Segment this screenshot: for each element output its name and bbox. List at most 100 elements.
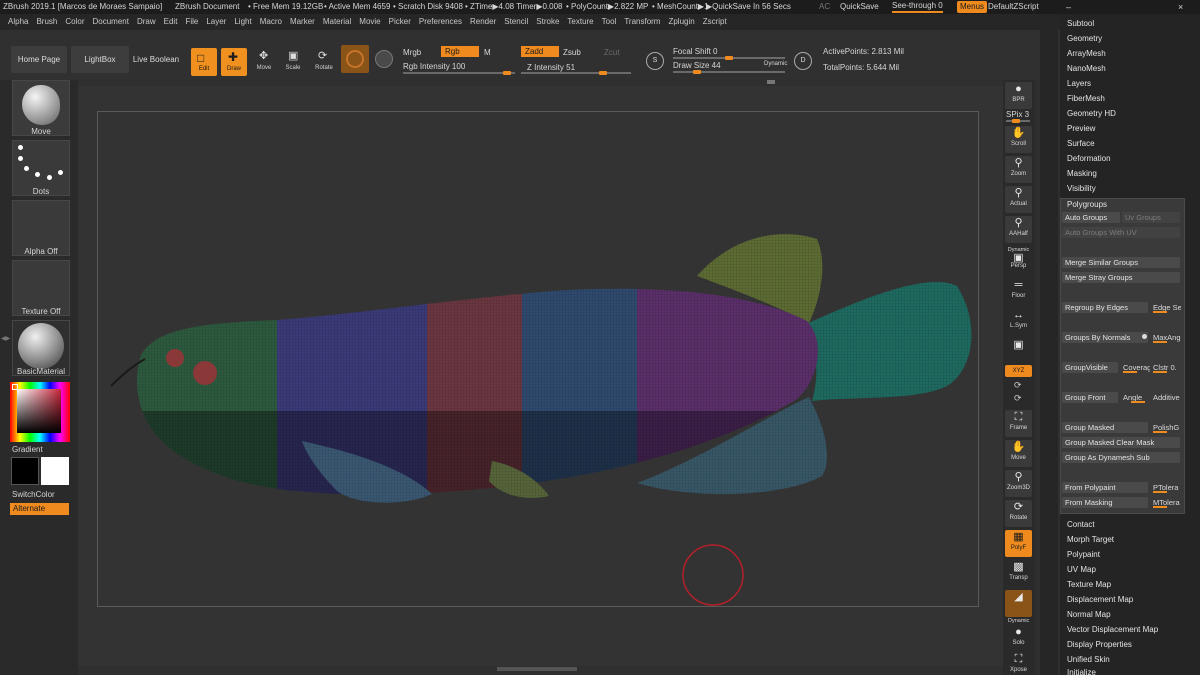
zcut-button[interactable]: Zcut bbox=[604, 48, 620, 57]
persp-button[interactable]: Dynamic ▣ Persp bbox=[1005, 246, 1032, 273]
uv-groups-button[interactable]: Uv Groups bbox=[1122, 212, 1180, 223]
rotate-z-icon[interactable]: ⟳ bbox=[1014, 393, 1022, 404]
menu-macro[interactable]: Macro bbox=[260, 17, 282, 26]
group-as-dynamesh-sub-button[interactable]: Group As Dynamesh Sub bbox=[1062, 452, 1180, 463]
group-masked-clear-mask-button[interactable]: Group Masked Clear Mask bbox=[1062, 437, 1180, 448]
menu-subtool[interactable]: Subtool bbox=[1067, 19, 1094, 28]
menu-texture-map[interactable]: Texture Map bbox=[1067, 580, 1111, 589]
main-color-swatch[interactable] bbox=[41, 457, 69, 485]
menu-color[interactable]: Color bbox=[65, 17, 84, 26]
menu-tool[interactable]: Tool bbox=[602, 17, 617, 26]
menu-geometry[interactable]: Geometry bbox=[1067, 34, 1102, 43]
menu-preview[interactable]: Preview bbox=[1067, 124, 1095, 133]
zoom3d-button[interactable]: ⚲ Zoom3D bbox=[1005, 470, 1032, 497]
xyz-button[interactable]: XYZ bbox=[1005, 365, 1032, 377]
menu-fibermesh[interactable]: FiberMesh bbox=[1067, 94, 1105, 103]
menu-texture[interactable]: Texture bbox=[567, 17, 593, 26]
ptolera-slider[interactable]: PTolera bbox=[1153, 482, 1181, 493]
default-zscript-button[interactable]: DefaultZScript bbox=[988, 0, 1039, 14]
polishg-slider[interactable]: PolishG bbox=[1153, 422, 1181, 433]
ac-label[interactable]: AC bbox=[819, 0, 830, 14]
angle-slider[interactable]: Angle bbox=[1123, 392, 1150, 403]
menu-material[interactable]: Material bbox=[323, 17, 351, 26]
menu-masking[interactable]: Masking bbox=[1067, 169, 1097, 178]
xpose-button[interactable]: ⛶ Xpose bbox=[1005, 652, 1032, 675]
draw-size-slider[interactable] bbox=[673, 70, 785, 74]
alternate-button[interactable]: Alternate bbox=[10, 503, 69, 515]
coverage-slider[interactable]: Coverag bbox=[1123, 362, 1150, 373]
menu-alpha[interactable]: Alpha bbox=[8, 17, 28, 26]
left-tray-arrows-icon[interactable]: ◀▶ bbox=[1, 335, 10, 342]
menu-deformation[interactable]: Deformation bbox=[1067, 154, 1111, 163]
edge-se-slider[interactable]: Edge Se bbox=[1153, 302, 1181, 313]
lsym-button[interactable]: ↔ L.Sym bbox=[1005, 308, 1032, 335]
live-boolean-button[interactable]: Live Boolean bbox=[131, 46, 181, 73]
menu-display-properties[interactable]: Display Properties bbox=[1067, 640, 1132, 649]
menu-contact[interactable]: Contact bbox=[1067, 520, 1095, 529]
menu-uv-map[interactable]: UV Map bbox=[1067, 565, 1096, 574]
regroup-by-edges-button[interactable]: Regroup By Edges bbox=[1062, 302, 1148, 313]
menu-stroke[interactable]: Stroke bbox=[536, 17, 559, 26]
zoom-button[interactable]: ⚲ Zoom bbox=[1005, 156, 1032, 183]
rgb-button[interactable]: Rgb bbox=[441, 46, 479, 57]
minimize-icon[interactable]: – bbox=[1066, 0, 1071, 14]
menu-vector-displacement-map[interactable]: Vector Displacement Map bbox=[1067, 625, 1158, 634]
menu-marker[interactable]: Marker bbox=[290, 17, 315, 26]
menu-morph-target[interactable]: Morph Target bbox=[1067, 535, 1114, 544]
menu-preferences[interactable]: Preferences bbox=[419, 17, 462, 26]
lightbox-button[interactable]: LightBox bbox=[71, 46, 129, 73]
from-polypaint-button[interactable]: From Polypaint bbox=[1062, 482, 1148, 493]
spix-slider[interactable]: SPix 3 bbox=[1006, 110, 1029, 119]
close-icon[interactable]: × bbox=[1178, 0, 1183, 14]
groupvisible-button[interactable]: GroupVisible bbox=[1062, 362, 1118, 373]
actual-button[interactable]: ⚲ Actual bbox=[1005, 186, 1032, 213]
merge-stray-groups-button[interactable]: Merge Stray Groups bbox=[1062, 272, 1180, 283]
lock-button[interactable]: ▣ bbox=[1005, 338, 1032, 365]
menu-initialize[interactable]: Initialize bbox=[1067, 668, 1096, 675]
menu-unified-skin[interactable]: Unified Skin bbox=[1067, 655, 1110, 664]
menu-geometry-hd[interactable]: Geometry HD bbox=[1067, 109, 1116, 118]
zadd-button[interactable]: Zadd bbox=[521, 46, 559, 57]
group-front-button[interactable]: Group Front bbox=[1062, 392, 1118, 403]
menu-render[interactable]: Render bbox=[470, 17, 496, 26]
home-page-button[interactable]: Home Page bbox=[11, 46, 67, 73]
color-picker-square[interactable] bbox=[17, 389, 61, 433]
menu-picker[interactable]: Picker bbox=[389, 17, 411, 26]
auto-groups-button[interactable]: Auto Groups bbox=[1062, 212, 1120, 223]
additive-slider[interactable]: Additive bbox=[1153, 392, 1181, 403]
menu-stencil[interactable]: Stencil bbox=[504, 17, 528, 26]
frame-button[interactable]: ⛶ Frame bbox=[1005, 410, 1032, 437]
menu-file[interactable]: File bbox=[185, 17, 198, 26]
brush-color-swatch[interactable] bbox=[341, 45, 369, 73]
group-masked-button[interactable]: Group Masked bbox=[1062, 422, 1148, 433]
ghost-button[interactable]: ◢ bbox=[1005, 590, 1032, 617]
switchcolor-button[interactable]: SwitchColor bbox=[12, 490, 55, 499]
m-button[interactable]: M bbox=[484, 48, 491, 57]
menu-movie[interactable]: Movie bbox=[359, 17, 380, 26]
material-sphere-icon[interactable] bbox=[375, 50, 393, 68]
spix-slider-track[interactable] bbox=[1006, 119, 1030, 123]
menus-button[interactable]: Menus bbox=[957, 1, 988, 13]
solo-button[interactable]: ● Solo bbox=[1005, 625, 1032, 652]
mtolera-slider[interactable]: MTolera bbox=[1153, 497, 1181, 508]
rotate-view-button[interactable]: ⟳ Rotate bbox=[1005, 500, 1032, 527]
see-through-slider[interactable]: See-through 0 bbox=[892, 0, 943, 13]
menu-nanomesh[interactable]: NanoMesh bbox=[1067, 64, 1106, 73]
toggle-dot-icon[interactable] bbox=[1142, 334, 1147, 339]
menu-zplugin[interactable]: Zplugin bbox=[668, 17, 694, 26]
arowana-3d-model[interactable] bbox=[97, 111, 979, 607]
menu-polypaint[interactable]: Polypaint bbox=[1067, 550, 1100, 559]
move-view-button[interactable]: ✋ Move bbox=[1005, 440, 1032, 467]
menu-transform[interactable]: Transform bbox=[624, 17, 660, 26]
menu-displacement-map[interactable]: Displacement Map bbox=[1067, 595, 1133, 604]
menu-visibility[interactable]: Visibility bbox=[1067, 184, 1096, 193]
menu-document[interactable]: Document bbox=[93, 17, 129, 26]
aahalf-button[interactable]: ⚲ AAHalf bbox=[1005, 216, 1032, 243]
menu-layer[interactable]: Layer bbox=[206, 17, 226, 26]
zsub-button[interactable]: Zsub bbox=[563, 48, 581, 57]
polyf-button[interactable]: ▦ PolyF bbox=[1005, 530, 1032, 557]
menu-light[interactable]: Light bbox=[234, 17, 251, 26]
quicksave-button[interactable]: QuickSave bbox=[840, 0, 879, 14]
groups-by-normals-button[interactable]: Groups By Normals bbox=[1062, 332, 1148, 343]
menu-draw[interactable]: Draw bbox=[137, 17, 156, 26]
